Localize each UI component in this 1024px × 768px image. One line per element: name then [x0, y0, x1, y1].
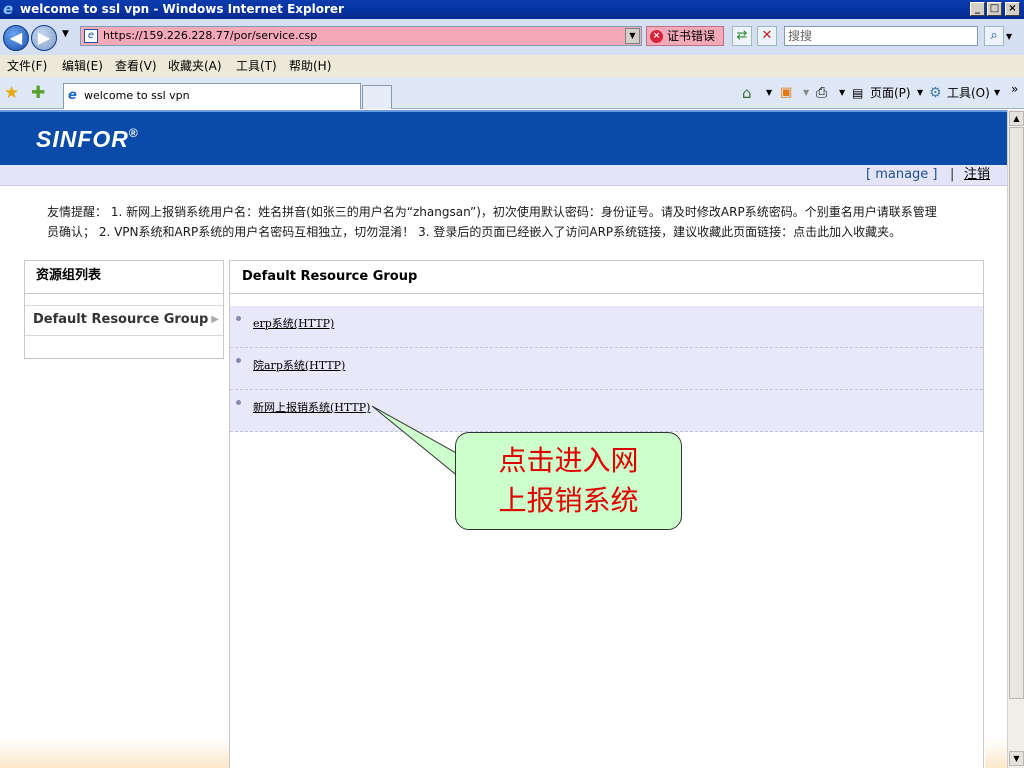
gear-icon[interactable]: ⚙ — [929, 83, 942, 103]
callout-line-1: 点击进入网 — [498, 444, 639, 477]
address-toolbar: ◀ ▶ ▼ e https://159.226.228.77/por/servi… — [0, 19, 1024, 55]
cert-error-icon: × — [650, 30, 663, 43]
stop-button[interactable]: ✕ — [757, 26, 777, 46]
close-window-button[interactable]: × — [1005, 2, 1020, 16]
history-dropdown-icon[interactable]: ▼ — [62, 29, 69, 39]
cert-error-label: 证书错误 — [667, 29, 716, 43]
menu-file[interactable]: 文件(F) — [7, 55, 47, 77]
menu-edit[interactable]: 编辑(E) — [62, 55, 103, 77]
tab-title: welcome to ssl vpn — [84, 89, 190, 102]
ie-logo-icon: e — [3, 0, 14, 18]
window-titlebar: e welcome to ssl vpn - Windows Internet … — [0, 0, 1024, 19]
page-icon: e — [84, 29, 98, 43]
feeds-icon[interactable]: ▣ — [780, 83, 792, 103]
menu-favorites[interactable]: 收藏夹(A) — [168, 55, 222, 77]
new-tab-button[interactable] — [362, 85, 392, 109]
tab-ie-icon: e — [68, 88, 77, 103]
home-icon[interactable]: ⌂ — [742, 83, 752, 103]
scroll-up-icon[interactable]: ▲ — [1009, 111, 1024, 126]
bottom-gradient-right — [985, 738, 1007, 768]
add-favorite-icon[interactable]: ✚ — [31, 83, 45, 103]
window-title: welcome to ssl vpn - Windows Internet Ex… — [20, 2, 344, 16]
cert-error-button[interactable]: × 证书错误 — [646, 26, 724, 46]
chevron-more-icon[interactable]: » — [1011, 79, 1018, 99]
forward-button[interactable]: ▶ — [31, 25, 57, 51]
menu-help[interactable]: 帮助(H) — [289, 55, 331, 77]
page-icon[interactable]: ▤ — [852, 83, 863, 103]
home-dropdown-icon[interactable]: ▼ — [766, 83, 772, 103]
page-dropdown-icon[interactable]: ▼ — [917, 83, 923, 103]
tab-active[interactable]: e welcome to ssl vpn — [63, 83, 361, 109]
address-input[interactable]: e https://159.226.228.77/por/service.csp… — [80, 26, 642, 46]
menu-tools[interactable]: 工具(T) — [236, 55, 277, 77]
favorites-bar: ★ ✚ e welcome to ssl vpn ⌂ ▼ ▣ ▼ ⎙ ▼ ▤ 页… — [0, 77, 1024, 109]
favorites-star-icon[interactable]: ★ — [4, 83, 19, 103]
tools-dropdown-icon[interactable]: ▼ — [994, 83, 1000, 103]
url-text: https://159.226.228.77/por/service.csp — [103, 29, 318, 42]
bottom-gradient — [0, 738, 229, 768]
callout-line-2: 上报销系统 — [498, 484, 639, 517]
minimize-button[interactable]: _ — [970, 2, 985, 16]
search-icon[interactable]: ⌕ — [984, 26, 1004, 46]
print-dropdown-icon[interactable]: ▼ — [839, 83, 845, 103]
vertical-scrollbar[interactable]: ▲ ▼ — [1007, 110, 1024, 768]
scroll-thumb[interactable] — [1009, 127, 1024, 699]
menu-bar: 文件(F) 编辑(E) 查看(V) 收藏夹(A) 工具(T) 帮助(H) — [0, 55, 1024, 77]
refresh-button[interactable]: ⇄ — [732, 26, 752, 46]
print-icon[interactable]: ⎙ — [816, 83, 827, 103]
page-content: SINFOR® [ manage ] | 注销 友情提醒： 1. 新网上报销系统… — [0, 110, 1007, 768]
feeds-dropdown-icon[interactable]: ▼ — [803, 83, 809, 103]
search-input[interactable]: 搜搜 — [784, 26, 978, 46]
maximize-button[interactable]: □ — [987, 2, 1002, 16]
page-menu[interactable]: 页面(P) — [870, 83, 911, 103]
search-dropdown-icon[interactable]: ▼ — [1006, 32, 1012, 41]
tools-menu[interactable]: 工具(O) — [947, 83, 990, 103]
annotation-callout: 点击进入网 上报销系统 — [455, 432, 682, 530]
scroll-down-icon[interactable]: ▼ — [1009, 751, 1024, 766]
address-dropdown-icon[interactable]: ▼ — [625, 28, 640, 44]
back-button[interactable]: ◀ — [3, 25, 29, 51]
menu-view[interactable]: 查看(V) — [115, 55, 157, 77]
